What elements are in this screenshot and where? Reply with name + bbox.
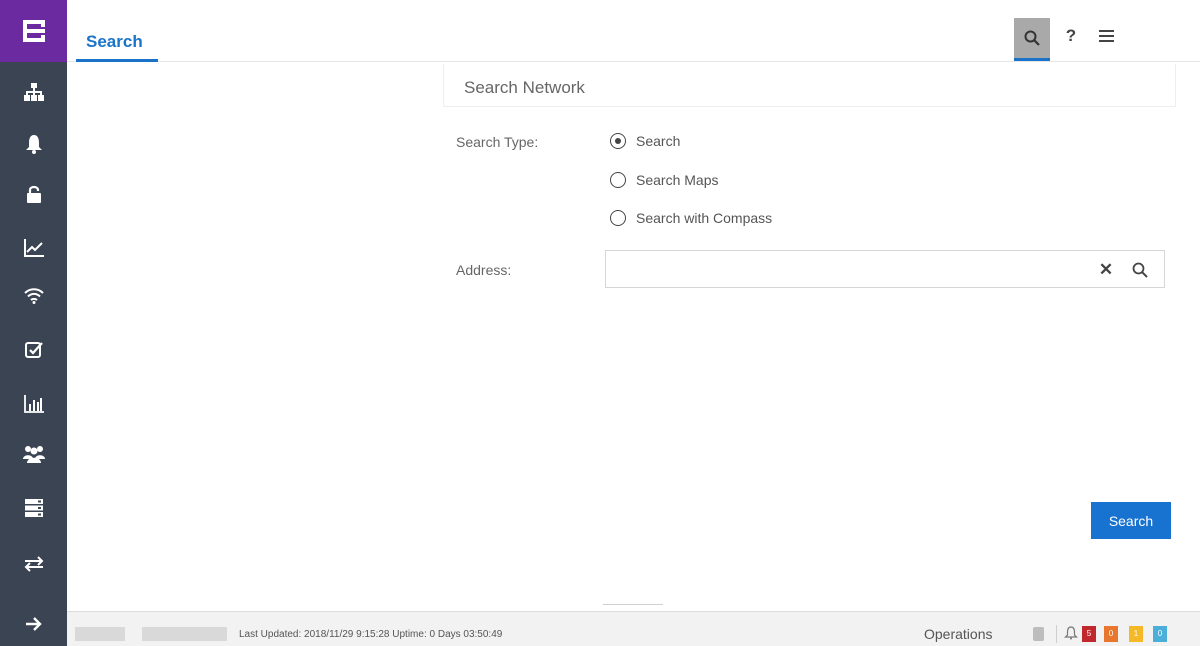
clear-icon[interactable]: ✕ <box>1096 259 1116 281</box>
panel-title: Search Network <box>464 78 585 97</box>
alarm-badge-critical[interactable]: 5 <box>1082 626 1096 642</box>
users-icon <box>22 446 45 463</box>
address-label: Address: <box>456 262 512 278</box>
nav-expand[interactable] <box>0 604 67 644</box>
nav-analytics[interactable] <box>0 228 67 268</box>
operations-link[interactable]: Operations <box>924 626 992 642</box>
search-icon <box>1132 262 1148 278</box>
nav-connections[interactable] <box>0 544 67 584</box>
search-button[interactable]: Search <box>1091 502 1171 539</box>
panel-resize-handle[interactable] <box>603 604 663 610</box>
nav-alarms[interactable] <box>0 124 67 164</box>
radio-search-maps-label: Search Maps <box>636 172 719 188</box>
alarm-badge-warning[interactable]: 1 <box>1129 626 1143 642</box>
alarm-badge-info[interactable]: 0 <box>1153 626 1167 642</box>
topology-icon <box>23 83 44 101</box>
radio-search[interactable]: Search <box>610 131 680 151</box>
status-progress-segment <box>142 627 227 641</box>
nav-tasks[interactable] <box>0 330 67 370</box>
header-search-active-indicator <box>1014 58 1050 61</box>
radio-checked-icon <box>610 133 626 149</box>
radio-search-label: Search <box>636 133 681 149</box>
database-icon[interactable] <box>1033 627 1044 641</box>
unlock-icon <box>26 185 41 203</box>
radio-unchecked-icon <box>610 210 626 226</box>
bell-outline-icon[interactable] <box>1064 626 1078 640</box>
nav-reports[interactable] <box>0 384 67 424</box>
swap-arrows-icon <box>24 556 43 572</box>
tab-search-label: Search <box>86 32 143 51</box>
wifi-icon <box>23 288 44 304</box>
arrow-right-icon <box>25 617 42 631</box>
tab-search[interactable]: Search <box>76 28 158 62</box>
server-icon <box>24 499 43 517</box>
checkbox-icon <box>24 342 43 358</box>
header-search-button[interactable] <box>1014 18 1050 58</box>
sidebar <box>0 0 67 646</box>
status-progress-segment <box>75 627 125 641</box>
radio-search-compass-label: Search with Compass <box>636 210 773 226</box>
extreme-logo[interactable] <box>0 0 67 62</box>
alarm-badge-error[interactable]: 0 <box>1104 626 1118 642</box>
line-chart-icon <box>23 239 44 257</box>
nav-administration[interactable] <box>0 488 67 528</box>
bar-chart-icon <box>23 395 44 413</box>
search-type-label: Search Type: <box>456 134 539 150</box>
radio-search-maps[interactable]: Search Maps <box>610 170 718 190</box>
radio-search-compass[interactable]: Search with Compass <box>610 208 772 228</box>
last-updated-text: Last Updated: 2018/11/29 9:15:28 Uptime:… <box>239 629 503 640</box>
nav-wireless[interactable] <box>0 276 67 316</box>
search-icon <box>1024 30 1040 46</box>
nav-users[interactable] <box>0 434 67 474</box>
search-network-panel-header: Search Network <box>443 64 1176 107</box>
radio-unchecked-icon <box>610 172 626 188</box>
nav-network[interactable] <box>0 72 67 112</box>
bell-icon <box>25 134 42 154</box>
hamburger-menu-icon[interactable] <box>1093 22 1119 50</box>
active-tab-indicator <box>76 59 158 62</box>
help-button[interactable]: ? <box>1058 22 1084 50</box>
address-field: ✕ <box>605 250 1165 288</box>
nav-control[interactable] <box>0 174 67 214</box>
address-search-button[interactable] <box>1129 259 1151 281</box>
logo-e-icon <box>22 20 45 42</box>
status-bar: Last Updated: 2018/11/29 9:15:28 Uptime:… <box>67 611 1200 646</box>
status-divider <box>1056 625 1057 643</box>
address-input[interactable] <box>614 257 1084 283</box>
